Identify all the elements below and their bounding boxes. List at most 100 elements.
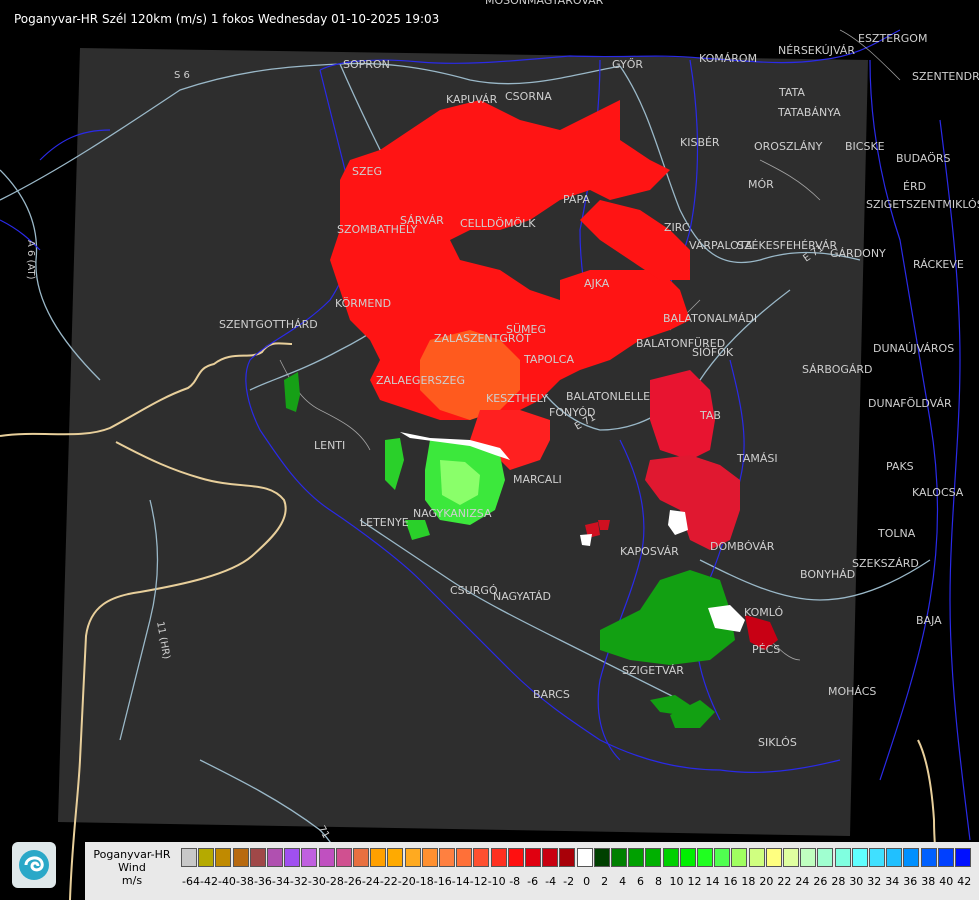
city-label: NÉRSEKÚJVÁR (778, 44, 855, 57)
legend-swatch (611, 848, 627, 867)
legend-swatch (903, 848, 920, 867)
legend-swatch (834, 848, 851, 867)
city-label: LETENYE (360, 516, 409, 529)
road-label: S 6 (174, 70, 190, 81)
city-label: KOMLÓ (744, 606, 783, 619)
legend-swatch (593, 848, 610, 867)
city-label: ZALASZENTGRÓT (434, 332, 531, 345)
legend-swatch (955, 848, 971, 867)
legend-swatch (783, 848, 799, 867)
city-label: BALATONLELLE (566, 390, 650, 403)
city-label: MOSONMAGYARÓVÁR (485, 0, 604, 7)
city-label: SZOMBATHELY (337, 223, 417, 236)
legend-swatch (490, 848, 507, 867)
legend-swatch (920, 848, 937, 867)
city-label: SOPRON (343, 58, 390, 71)
city-label: KOMÁROM (699, 52, 757, 65)
legend-title: Poganyvar-HR Wind m/s (85, 842, 179, 898)
legend-swatch (404, 848, 421, 867)
city-label: DUNAÚJVÁROS (873, 342, 954, 355)
city-label: MARCALI (513, 473, 562, 486)
legend-swatch (353, 848, 369, 867)
legend-swatch (267, 848, 283, 867)
city-label: TAB (699, 409, 721, 422)
city-label: SÁRBOGÁRD (802, 363, 873, 376)
legend-swatch (198, 848, 215, 867)
legend-swatch (662, 848, 679, 867)
radar-map: MOSONMAGYARÓVÁR ESZTERGOMNÉRSEKÚJVÁR SOPRO… (0, 0, 979, 900)
city-label: BONYHÁD (800, 568, 855, 581)
legend-swatch (697, 848, 713, 867)
city-label: KESZTHELY (486, 392, 548, 405)
legend-swatch (249, 848, 266, 867)
city-label: CSORNA (505, 90, 552, 103)
legend-swatch (473, 848, 490, 867)
legend-swatch (679, 848, 696, 867)
legend-swatch (232, 848, 249, 867)
city-label: SZEKSZÁRD (852, 557, 919, 570)
city-label: RÁCKEVE (913, 258, 964, 271)
legend-swatch (456, 848, 473, 867)
legend-swatch (748, 848, 765, 867)
city-label: SZENTGOTTHÁRD (219, 318, 318, 331)
city-label: TAMÁSI (736, 452, 778, 465)
legend-swatch (886, 848, 903, 867)
city-label: NAGYKANIZSA (413, 507, 492, 520)
city-label: TOLNA (877, 527, 916, 540)
city-label: PÁPA (563, 193, 590, 206)
city-label: NAGYATÁD (493, 590, 551, 603)
city-label: TATABÁNYA (777, 106, 841, 119)
legend-swatch (576, 848, 593, 867)
city-label: DOMBÓVÁR (710, 540, 775, 553)
city-label: TATA (778, 86, 805, 99)
legend-swatch (284, 848, 301, 867)
map-title: Poganyvar-HR Szél 120km (m/s) 1 fokos We… (14, 12, 440, 26)
legend-swatch (714, 848, 731, 867)
legend-swatch (181, 848, 197, 867)
legend-swatch (215, 848, 232, 867)
legend-swatch (869, 848, 885, 867)
city-label: TAPOLCA (523, 353, 574, 366)
city-label: KAPUVÁR (446, 93, 498, 106)
city-label: LENTI (314, 439, 345, 452)
city-label: ÉRD (903, 180, 926, 193)
city-label: SZENTENDRE (912, 70, 979, 83)
legend-swatch (542, 848, 559, 867)
city-label: BALATONALMÁDI (663, 312, 757, 325)
city-label: BICSKE (845, 140, 885, 153)
city-label: CELLDÖMÖLK (460, 217, 536, 230)
city-label: GÁRDONY (830, 247, 886, 260)
legend-swatch (800, 848, 817, 867)
legend-swatch (335, 848, 352, 867)
city-label: KALOCSA (912, 486, 964, 499)
legend-swatch (628, 848, 645, 867)
city-label: DUNAFÖLDVÁR (868, 397, 952, 410)
legend-swatch (559, 848, 576, 867)
city-label: MÓR (748, 178, 774, 191)
city-label: AJKA (584, 277, 610, 290)
city-label: MOHÁCS (828, 685, 876, 698)
city-label: SZIGETSZENTMIKLÓS (866, 198, 979, 211)
city-label: ZIRC (664, 221, 690, 234)
legend-unit: m/s (121, 874, 143, 887)
legend-swatch (370, 848, 387, 867)
legend-swatch (765, 848, 782, 867)
logo-icon (12, 842, 56, 888)
city-label: SIÓFOK (692, 346, 734, 359)
city-label: KISBÉR (680, 136, 720, 149)
legend-swatch (731, 848, 748, 867)
legend-swatch (817, 848, 834, 867)
city-label: OROSZLÁNY (754, 140, 823, 153)
legend-swatch (525, 848, 541, 867)
legend-swatch (318, 848, 335, 867)
city-label: PAKS (886, 460, 914, 473)
legend-swatch (507, 848, 524, 867)
legend-swatch (439, 848, 455, 867)
legend-swatch (301, 848, 318, 867)
city-label: KÖRMEND (335, 297, 391, 310)
city-label: BARCS (533, 688, 570, 701)
city-label: ESZTERGOM (858, 32, 927, 45)
legend-swatch (645, 848, 662, 867)
color-legend: Poganyvar-HR Wind m/s -64 -42 -40 -38 -36 -34… (85, 842, 979, 900)
legend-product: Wind (118, 861, 146, 874)
